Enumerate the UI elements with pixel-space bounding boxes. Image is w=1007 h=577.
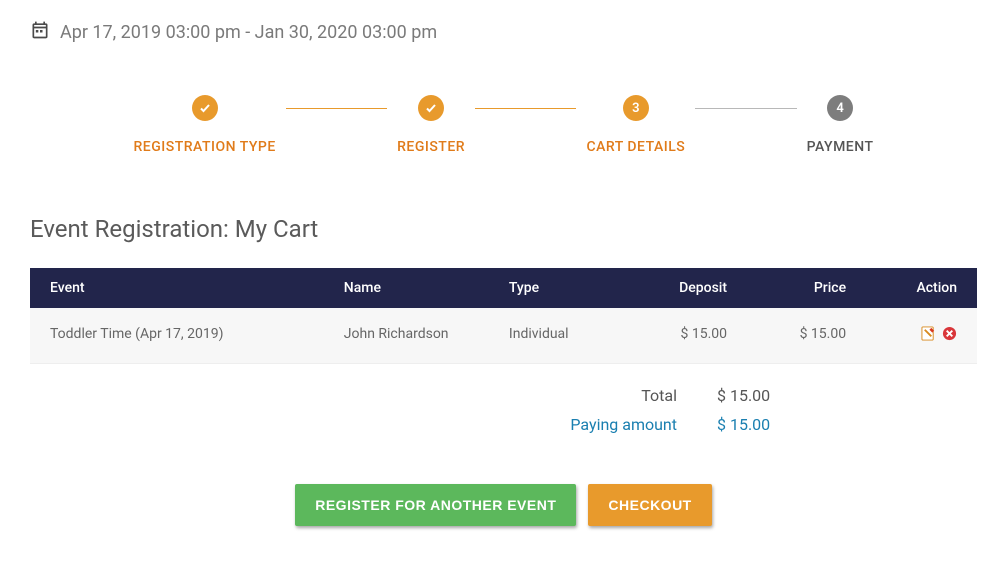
totals-block: Total $ 15.00 Paying amount $ 15.00 [30,386,977,434]
date-range-text: Apr 17, 2019 03:00 pm - Jan 30, 2020 03:… [60,22,437,43]
step-connector [475,108,576,109]
cell-action [866,308,977,364]
paying-amount-label: Paying amount [547,415,677,434]
step-label: CART DETAILS [586,139,685,155]
check-icon [192,95,218,121]
table-row: Toddler Time (Apr 17, 2019) John Richard… [30,308,977,364]
step-connector [286,108,387,109]
col-deposit: Deposit [626,268,747,308]
cell-deposit: $ 15.00 [626,308,747,364]
progress-stepper: REGISTRATION TYPE REGISTER 3 CART DETAIL… [134,95,874,155]
step-connector [695,108,796,109]
step-cart-details[interactable]: 3 CART DETAILS [586,95,685,155]
cart-table: Event Name Type Deposit Price Action Tod… [30,268,977,364]
calendar-icon [30,20,50,45]
step-label: REGISTER [397,139,465,155]
delete-icon[interactable] [942,326,957,341]
cell-name: John Richardson [324,308,489,364]
step-number: 3 [623,95,649,121]
step-registration-type[interactable]: REGISTRATION TYPE [134,95,276,155]
check-icon [418,95,444,121]
step-number: 4 [827,95,853,121]
checkout-button[interactable]: CHECKOUT [588,484,711,526]
table-header-row: Event Name Type Deposit Price Action [30,268,977,308]
col-price: Price [747,268,866,308]
total-label: Total [547,386,677,405]
col-type: Type [489,268,626,308]
paying-amount-row: Paying amount $ 15.00 [30,415,787,434]
step-register[interactable]: REGISTER [397,95,465,155]
cell-event: Toddler Time (Apr 17, 2019) [30,308,324,364]
total-value: $ 15.00 [717,386,787,405]
register-another-event-button[interactable]: REGISTER FOR ANOTHER EVENT [295,484,576,526]
date-range-bar: Apr 17, 2019 03:00 pm - Jan 30, 2020 03:… [30,20,977,45]
button-row: REGISTER FOR ANOTHER EVENT CHECKOUT [30,484,977,526]
edit-icon[interactable] [921,326,936,341]
total-row: Total $ 15.00 [30,386,787,405]
cell-price: $ 15.00 [747,308,866,364]
col-name: Name [324,268,489,308]
col-action: Action [866,268,977,308]
step-payment: 4 PAYMENT [807,95,874,155]
cell-type: Individual [489,308,626,364]
step-label: PAYMENT [807,139,874,155]
page-title: Event Registration: My Cart [30,215,977,243]
col-event: Event [30,268,324,308]
step-label: REGISTRATION TYPE [134,139,276,155]
paying-amount-value: $ 15.00 [717,415,787,434]
